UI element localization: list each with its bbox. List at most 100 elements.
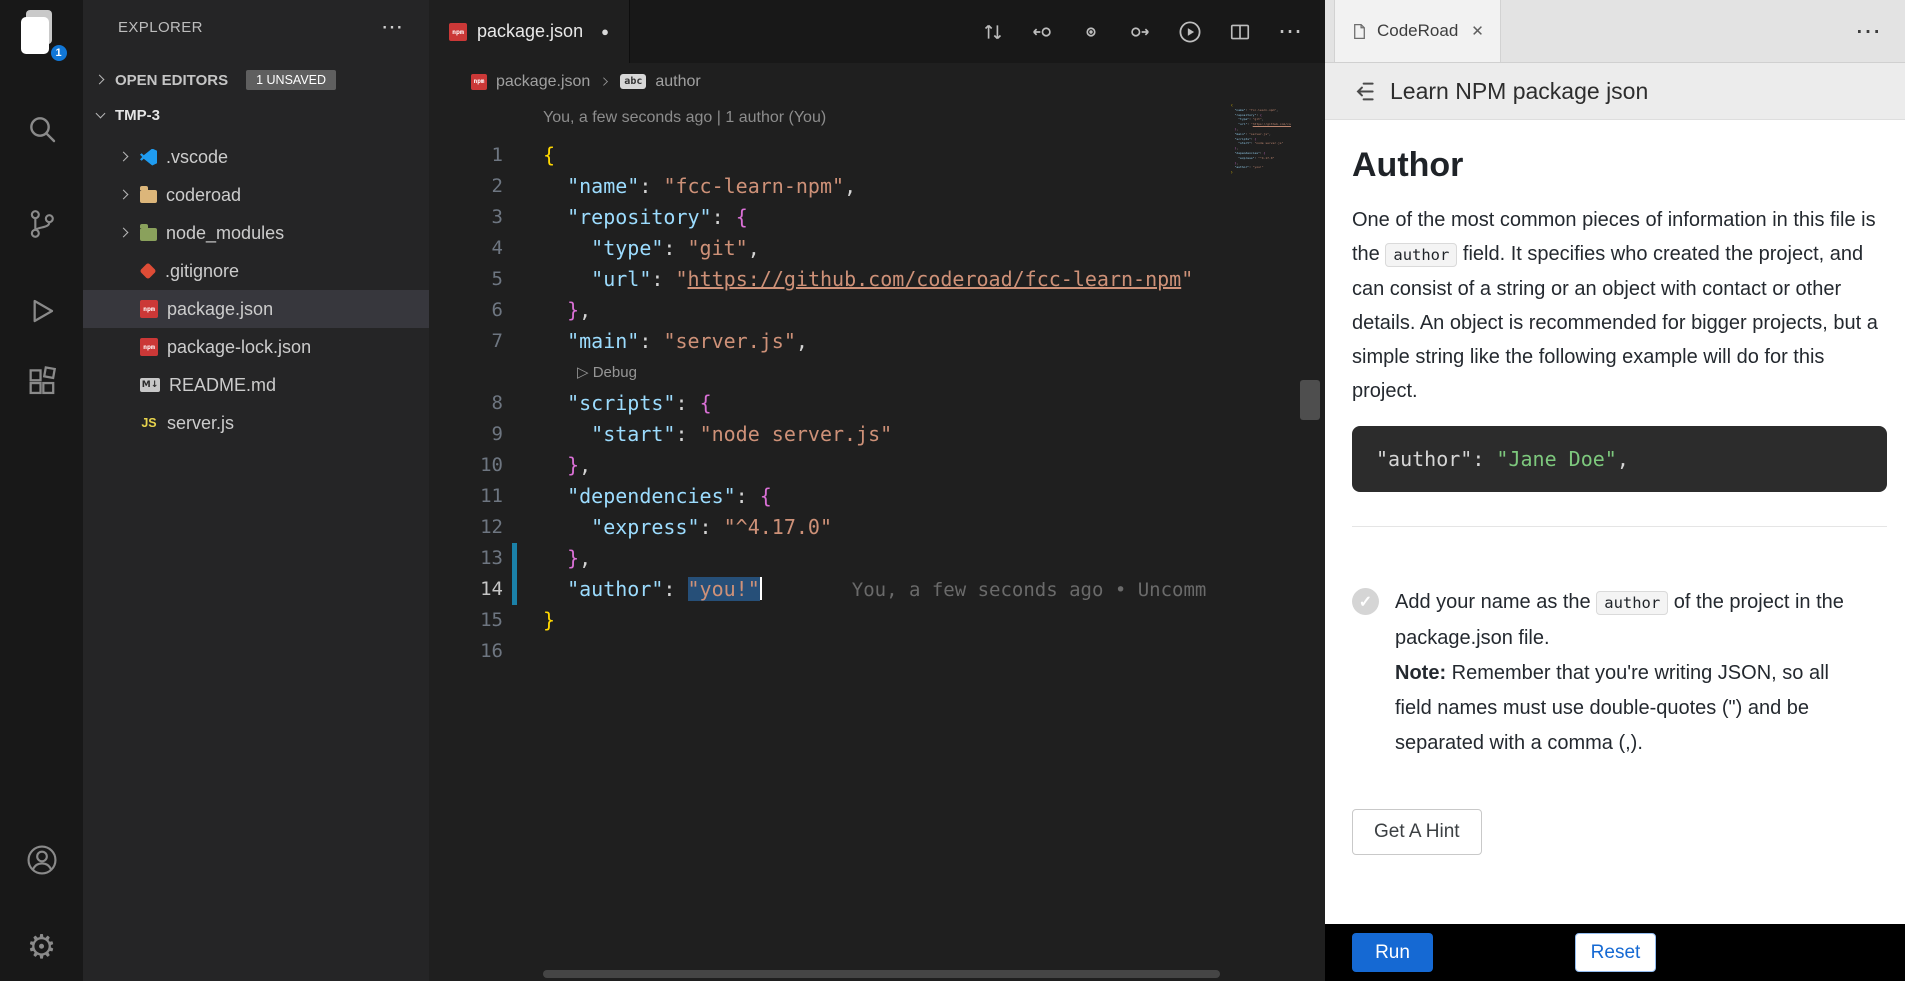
- task-item: ✓ Add your name as the author of the pro…: [1352, 585, 1887, 761]
- line-number: 5: [429, 264, 503, 295]
- workspace-root-row[interactable]: TMP-3: [83, 98, 429, 132]
- code-text: {: [543, 140, 555, 171]
- file-tree: .vscode coderoad node_modules .gitignore npm…: [83, 138, 429, 442]
- tree-item-.gitignore[interactable]: .gitignore: [83, 252, 429, 290]
- chevron-right-icon: [600, 76, 610, 86]
- code-editor[interactable]: You, a few seconds ago | 1 author (You) …: [429, 100, 1325, 981]
- file-label: package-lock.json: [167, 337, 311, 358]
- explorer-activity-button[interactable]: 1: [0, 8, 83, 60]
- accounts-button[interactable]: [0, 843, 83, 877]
- blame-annotation: You, a few seconds ago | 1 author (You): [543, 109, 826, 127]
- search-activity-button[interactable]: [0, 113, 83, 145]
- breadcrumb: npm package.json abc author: [429, 63, 1325, 100]
- text-run: Remember that you're writing JSON, so al…: [1395, 662, 1829, 754]
- text-run: Add your name as the: [1395, 591, 1596, 613]
- codelens-row: ▷ Debug: [429, 357, 1325, 388]
- tree-item-coderoad[interactable]: coderoad: [83, 176, 429, 214]
- more-actions-button[interactable]: ⋯: [1278, 20, 1303, 44]
- line-number: 4: [429, 233, 503, 264]
- git-compare-icon: [982, 21, 1004, 43]
- open-editors-section[interactable]: OPEN EDITORS 1 UNSAVED: [83, 62, 429, 98]
- minimap[interactable]: { "name": "fcc-learn-npm", "repository":…: [1231, 103, 1291, 981]
- code-line: 3 "repository": {: [429, 202, 1325, 233]
- source-control-icon: [26, 208, 58, 240]
- file-label: server.js: [167, 413, 234, 434]
- chevron-right-icon: [119, 151, 131, 163]
- tree-item-package-lock.json[interactable]: npmpackage-lock.json: [83, 328, 429, 366]
- folder-node-icon: [140, 228, 157, 241]
- npm-icon: npm: [471, 74, 487, 90]
- inline-code: author: [1596, 591, 1668, 615]
- split-editor-button[interactable]: [1229, 21, 1251, 43]
- file-label: .gitignore: [165, 261, 239, 282]
- line-number: 13: [429, 543, 503, 574]
- panel-more-button[interactable]: ⋯: [1855, 16, 1883, 47]
- run-debug-activity-button[interactable]: [0, 295, 83, 327]
- line-number: 6: [429, 295, 503, 326]
- code-line: 6 },: [429, 295, 1325, 326]
- previous-change-button[interactable]: [1031, 21, 1053, 43]
- explorer-icon: 1: [17, 8, 67, 60]
- debug-codelens[interactable]: ▷ Debug: [577, 357, 637, 388]
- line-number: 3: [429, 202, 503, 233]
- tree-item-server.js[interactable]: JS server.js: [83, 404, 429, 442]
- breadcrumb-file[interactable]: package.json: [496, 73, 590, 91]
- tree-indent: [119, 265, 131, 277]
- extensions-activity-button[interactable]: [0, 366, 83, 398]
- activity-bar: 1 ⚙: [0, 0, 83, 981]
- next-change-button[interactable]: [1129, 21, 1151, 43]
- chevron-right-icon: [119, 189, 131, 201]
- minimap-content: { "name": "fcc-learn-npm", "repository":…: [1231, 103, 1291, 175]
- code-text: "start": "node server.js": [543, 419, 892, 450]
- tree-item-README.md[interactable]: M↓README.md: [83, 366, 429, 404]
- run-button[interactable]: Run: [1352, 933, 1433, 972]
- file-label: package.json: [167, 299, 273, 320]
- discard-changes-button[interactable]: [1080, 21, 1102, 43]
- tree-item-node_modules[interactable]: node_modules: [83, 214, 429, 252]
- open-editors-label: OPEN EDITORS: [115, 72, 228, 89]
- line-number: 12: [429, 512, 503, 543]
- tree-indent: [119, 303, 131, 315]
- get-hint-button[interactable]: Get A Hint: [1352, 809, 1482, 855]
- vscode-window: 1 ⚙ EXPLORER ⋯ OPEN EDITORS 1 U: [0, 0, 1905, 981]
- code-text: "type": "git",: [543, 233, 760, 264]
- vscode-icon: [140, 149, 157, 166]
- horizontal-scrollbar[interactable]: [543, 970, 1220, 978]
- tab-coderoad[interactable]: CodeRoad ✕: [1334, 0, 1501, 62]
- code-token: :: [1472, 447, 1496, 471]
- code-line: 13 },: [429, 543, 1325, 574]
- sidebar-more-button[interactable]: ⋯: [381, 14, 405, 40]
- compare-changes-button[interactable]: [982, 21, 1004, 43]
- tree-item-package.json[interactable]: npmpackage.json: [83, 290, 429, 328]
- md-icon: M↓: [140, 378, 160, 392]
- code-line: 4 "type": "git",: [429, 233, 1325, 264]
- reset-button[interactable]: Reset: [1575, 933, 1656, 972]
- sidebar-title: EXPLORER: [118, 19, 203, 36]
- code-text: "main": "server.js",: [543, 326, 808, 357]
- explorer-badge: 1: [49, 43, 69, 63]
- tab-package-json[interactable]: npm package.json ●: [429, 0, 630, 63]
- close-icon[interactable]: ✕: [1471, 22, 1484, 40]
- code-line: 9 "start": "node server.js": [429, 419, 1325, 450]
- lesson-header: Learn NPM package json: [1325, 63, 1905, 120]
- back-icon[interactable]: [1349, 78, 1376, 105]
- file-label: coderoad: [166, 185, 241, 206]
- code-token: "Jane Doe": [1496, 447, 1616, 471]
- scrollbar-thumb[interactable]: [1300, 380, 1320, 420]
- js-icon: JS: [140, 416, 158, 430]
- code-line: 16: [429, 636, 1325, 667]
- tree-item-.vscode[interactable]: .vscode: [83, 138, 429, 176]
- run-script-button[interactable]: [1178, 20, 1202, 44]
- chevron-down-icon: [95, 109, 107, 121]
- task-check-icon: ✓: [1352, 588, 1379, 615]
- tree-indent: [119, 417, 131, 429]
- workspace-root-label: TMP-3: [115, 107, 160, 124]
- tree-indent: [119, 341, 131, 353]
- code-text: }: [543, 605, 555, 636]
- code-line: 5 "url": "https://github.com/coderoad/fc…: [429, 264, 1325, 295]
- source-control-activity-button[interactable]: [0, 208, 83, 240]
- line-number: 8: [429, 388, 503, 419]
- breadcrumb-symbol[interactable]: author: [655, 73, 700, 91]
- settings-button[interactable]: ⚙: [0, 930, 83, 963]
- editor-group: npm package.json ● ⋯ npm package.json ab…: [429, 0, 1325, 981]
